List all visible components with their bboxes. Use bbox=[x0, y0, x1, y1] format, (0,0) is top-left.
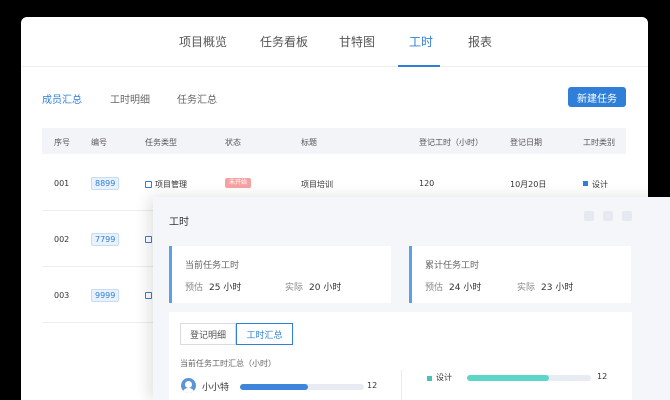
tab-task-board[interactable]: 任务看板 bbox=[260, 35, 308, 49]
category-legend-icon bbox=[427, 376, 432, 381]
table-header: 序号 编号 任务类型 状态 标题 登记工时（小时） 登记日期 工时类别 bbox=[42, 128, 626, 154]
card-estimate: 预估 25 小时 bbox=[185, 280, 241, 293]
category-name: 设计 bbox=[436, 373, 452, 382]
tab-gantt[interactable]: 甘特图 bbox=[339, 35, 375, 49]
row-title: 项目培训 bbox=[301, 180, 333, 189]
cumulative-task-hours-card: 累计任务工时 预估 24 小时 实际 23 小时 bbox=[409, 246, 631, 303]
new-task-button[interactable]: 新建任务 bbox=[568, 87, 626, 107]
actual-value: 23 小时 bbox=[541, 283, 574, 293]
member-hours-value: 12 bbox=[367, 381, 378, 390]
segment-registration-detail[interactable]: 登记明细 bbox=[180, 323, 236, 345]
row-code-badge[interactable]: 8899 bbox=[91, 177, 120, 190]
estimate-value: 25 小时 bbox=[209, 283, 242, 293]
row-category-label: 设计 bbox=[592, 180, 608, 189]
actual-value: 20 小时 bbox=[309, 283, 342, 293]
row-hours: 120 bbox=[419, 179, 435, 188]
header-category: 工时类别 bbox=[583, 138, 615, 147]
header-code: 编号 bbox=[91, 138, 107, 147]
member-hours-bar-fill bbox=[240, 384, 309, 390]
avatar bbox=[181, 378, 196, 393]
header-hours: 登记工时（小时） bbox=[419, 138, 483, 147]
header-status: 状态 bbox=[225, 138, 241, 147]
worktime-panel: 工时 当前任务工时 预估 25 小时 实际 20 小时 累计任务工时 预估 24 小时… bbox=[153, 197, 670, 400]
tab-reports[interactable]: 报表 bbox=[468, 35, 492, 49]
summary-title: 当前任务工时汇总（小时） bbox=[180, 359, 276, 368]
subtab-task-summary[interactable]: 任务汇总 bbox=[177, 91, 217, 106]
header-type: 任务类型 bbox=[145, 138, 177, 147]
card-title: 累计任务工时 bbox=[425, 261, 480, 271]
current-task-hours-card: 当前任务工时 预估 25 小时 实际 20 小时 bbox=[169, 246, 391, 303]
category-hours-value: 12 bbox=[597, 372, 608, 381]
row-seq: 002 bbox=[54, 235, 70, 244]
top-nav: 项目概览 任务看板 甘特图 工时 报表 bbox=[21, 17, 648, 67]
estimate-label: 预估 bbox=[425, 283, 444, 293]
task-type-icon bbox=[145, 181, 152, 188]
row-type: 项目管理 bbox=[145, 179, 187, 190]
subtab-member-summary[interactable]: 成员汇总 bbox=[42, 91, 82, 106]
segment-hours-summary[interactable]: 工时汇总 bbox=[236, 323, 293, 345]
header-date: 登记日期 bbox=[510, 138, 542, 147]
task-type-icon bbox=[145, 292, 152, 299]
tab-project-overview[interactable]: 项目概览 bbox=[179, 35, 227, 49]
actual-label: 实际 bbox=[285, 283, 304, 293]
card-estimate: 预估 24 小时 bbox=[425, 280, 481, 293]
estimate-value: 24 小时 bbox=[449, 283, 482, 293]
divider bbox=[401, 370, 402, 400]
category-marker-icon bbox=[583, 181, 588, 186]
row-seq: 001 bbox=[54, 179, 70, 188]
subtab-worktime-detail[interactable]: 工时明细 bbox=[110, 91, 150, 106]
estimate-label: 预估 bbox=[185, 283, 204, 293]
header-seq: 序号 bbox=[54, 138, 70, 147]
category-hours-bar bbox=[467, 375, 591, 381]
row-date: 10月20日 bbox=[510, 180, 547, 189]
active-tab-indicator bbox=[398, 65, 440, 67]
row-seq: 003 bbox=[54, 291, 70, 300]
row-code-badge[interactable]: 9999 bbox=[91, 289, 120, 302]
row-category: 设计 bbox=[583, 179, 608, 190]
member-hours-bar bbox=[240, 384, 364, 390]
card-actual: 实际 23 小时 bbox=[517, 280, 573, 293]
close-icon[interactable] bbox=[622, 211, 632, 221]
hours-summary-box: 登记明细 工时汇总 当前任务工时汇总（小时） 小小特 12 设计 12 bbox=[169, 312, 632, 400]
tab-worktime[interactable]: 工时 bbox=[409, 35, 433, 49]
minimize-icon[interactable] bbox=[584, 211, 594, 221]
row-type-label: 项目管理 bbox=[155, 180, 187, 189]
actual-label: 实际 bbox=[517, 283, 536, 293]
panel-title: 工时 bbox=[169, 217, 189, 228]
card-actual: 实际 20 小时 bbox=[285, 280, 341, 293]
maximize-icon[interactable] bbox=[603, 211, 613, 221]
card-title: 当前任务工时 bbox=[185, 261, 240, 271]
member-name: 小小特 bbox=[202, 383, 230, 393]
header-title: 标题 bbox=[301, 138, 317, 147]
task-type-icon bbox=[145, 236, 152, 243]
row-code-badge[interactable]: 7799 bbox=[91, 233, 120, 246]
category-hours-bar-fill bbox=[467, 375, 549, 381]
status-badge: 未开始 bbox=[225, 178, 252, 188]
